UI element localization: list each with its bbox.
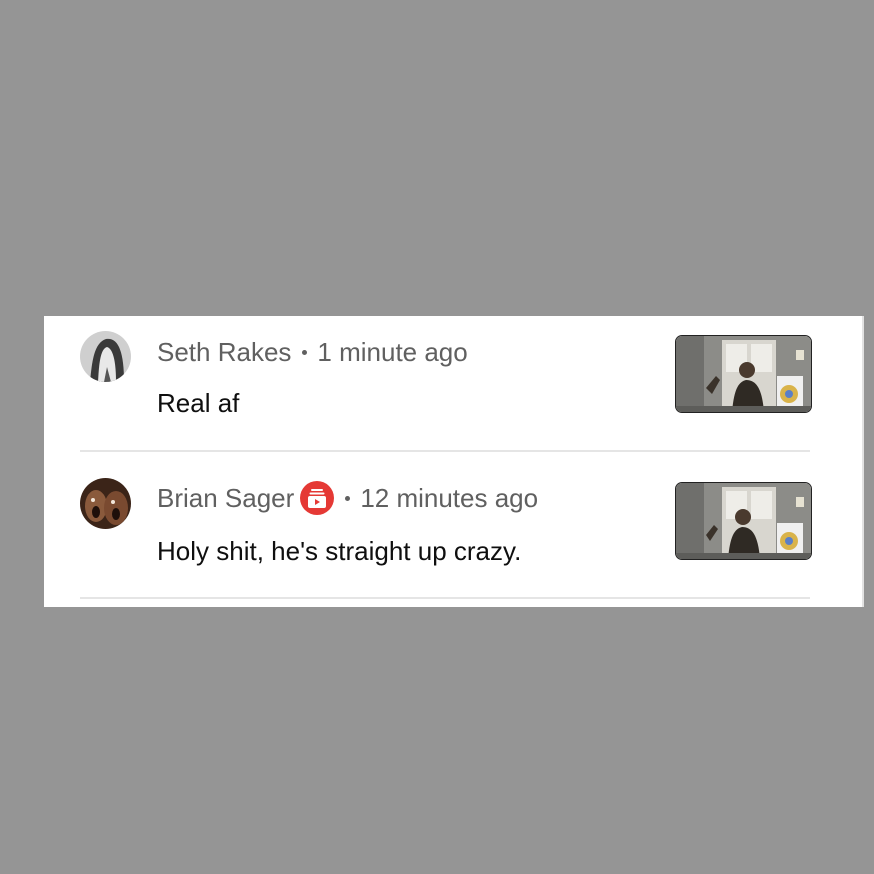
comment-item[interactable]: Seth Rakes 1 minute ago Real af [44,316,862,462]
author-name[interactable]: Brian Sager [157,483,294,514]
author-name[interactable]: Seth Rakes [157,337,291,368]
separator-dot [345,495,351,501]
channel-member-badge-icon [300,481,335,515]
avatar[interactable] [80,478,131,529]
avatar[interactable] [80,331,131,382]
comment-item[interactable]: Brian Sager 12 minutes ago Holy shit, he… [44,462,862,608]
comments-panel: Seth Rakes 1 minute ago Real af Brian Sa… [44,316,864,607]
comment-meta: Brian Sager 12 minutes ago [157,481,538,515]
divider [80,450,810,452]
divider [80,597,810,599]
separator-dot [302,349,308,355]
video-thumbnail[interactable] [675,335,812,413]
comment-text: Holy shit, he's straight up crazy. [157,536,522,566]
comment-text: Real af [157,388,240,418]
comment-meta: Seth Rakes 1 minute ago [157,335,468,369]
timestamp: 12 minutes ago [360,482,539,513]
video-thumbnail[interactable] [675,482,812,560]
timestamp: 1 minute ago [317,336,468,367]
